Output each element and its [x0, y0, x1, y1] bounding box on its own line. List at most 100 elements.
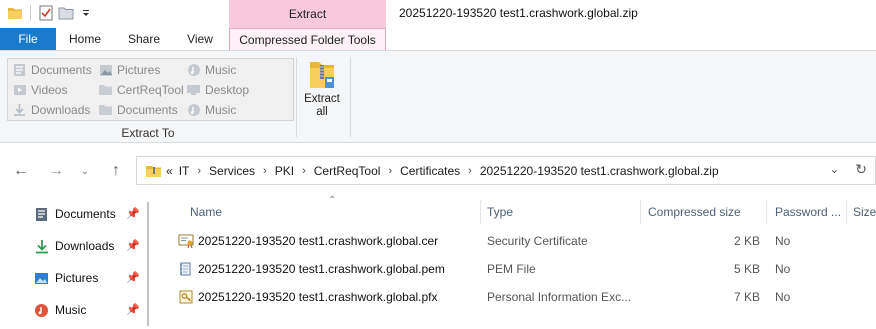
new-folder-icon[interactable] — [57, 4, 75, 22]
folder-icon — [98, 103, 113, 118]
properties-check-icon[interactable] — [37, 4, 55, 22]
extract-to-label: CertReqTool — [117, 83, 184, 97]
extract-to-label: Documents — [31, 63, 92, 77]
table-row[interactable]: 20251220-193520 test1.crashwork.global.p… — [172, 284, 876, 310]
chevron-right-icon[interactable]: › — [197, 165, 201, 177]
pin-icon[interactable]: 📌 — [126, 303, 140, 316]
extract-to-downloads[interactable]: Downloads — [12, 100, 90, 120]
extract-to-music[interactable]: Music — [186, 60, 236, 80]
title-bar: Extract 20251220-193520 test1.crashwork.… — [0, 0, 876, 28]
file-type: Security Certificate — [487, 234, 588, 248]
address-bar[interactable]: « IT › Services › PKI › CertReqTool › Ce… — [136, 156, 876, 185]
breadcrumb-it[interactable]: IT — [179, 164, 190, 178]
downloads-icon — [34, 239, 49, 254]
customize-dropdown-icon[interactable] — [77, 4, 95, 22]
folder-icon[interactable] — [6, 4, 24, 22]
table-row[interactable]: 20251220-193520 test1.crashwork.global.c… — [172, 228, 876, 254]
file-compressed-size: 5 KB — [733, 262, 760, 276]
column-divider[interactable] — [766, 200, 767, 224]
file-compressed-size: 2 KB — [733, 234, 760, 248]
chevron-right-icon[interactable]: › — [468, 165, 472, 177]
chevron-right-icon[interactable]: › — [263, 165, 267, 177]
pin-icon[interactable]: 📌 — [126, 271, 140, 284]
certificate-icon — [178, 233, 194, 249]
back-button[interactable]: ← — [10, 161, 32, 181]
chevron-right-icon[interactable]: › — [388, 165, 392, 177]
music-icon — [186, 63, 201, 78]
folder-icon — [98, 83, 113, 98]
file-name-cell: 20251220-193520 test1.crashwork.global.p… — [178, 284, 438, 310]
extract-to-label: Downloads — [31, 103, 91, 117]
nav-item-label: Music — [55, 303, 87, 317]
pictures-icon — [98, 63, 113, 78]
refresh-icon[interactable]: ↻ — [855, 161, 867, 178]
extract-to-gallery: Documents Pictures Music Videos CertReqT… — [7, 58, 294, 121]
chevron-down-icon: ⌄ — [80, 165, 90, 177]
file-type: Personal Information Exc... — [487, 290, 632, 304]
column-divider[interactable] — [640, 200, 641, 224]
zip-folder-icon — [145, 164, 162, 178]
back-arrow-icon: ← — [13, 162, 29, 179]
breadcrumb-certreqtool[interactable]: CertReqTool — [314, 164, 381, 178]
column-divider[interactable] — [846, 200, 847, 224]
file-password: No — [775, 234, 791, 248]
context-tab-group-label: Extract — [229, 0, 386, 28]
documents-icon — [12, 63, 27, 78]
column-divider[interactable] — [480, 200, 481, 224]
breadcrumb-overflow[interactable]: « — [166, 164, 173, 178]
breadcrumb-services[interactable]: Services — [209, 164, 255, 178]
ribbon-tab-strip: File Home Share View Compressed Folder T… — [0, 28, 876, 50]
extract-all-button[interactable]: Extract all — [300, 59, 344, 121]
address-history-chevron-icon[interactable]: ⌄ — [830, 163, 839, 176]
breadcrumb-zip[interactable]: 20251220-193520 test1.crashwork.global.z… — [480, 164, 719, 178]
extract-to-videos[interactable]: Videos — [12, 80, 67, 100]
nav-pane-scrollbar[interactable] — [147, 202, 149, 326]
navigation-pane: Documents 📌 Downloads 📌 Pictures 📌 Music… — [0, 198, 156, 329]
file-name-cell: 20251220-193520 test1.crashwork.global.p… — [178, 256, 445, 282]
extract-to-music-2[interactable]: Music — [186, 100, 236, 120]
extract-to-label: Desktop — [205, 83, 250, 97]
nav-item-label: Pictures — [55, 271, 99, 285]
ribbon-group-divider — [350, 57, 351, 137]
extract-to-desktop[interactable]: Desktop — [186, 80, 249, 100]
file-name: 20251220-193520 test1.crashwork.global.c… — [198, 234, 439, 248]
extract-to-documents-folder[interactable]: Documents — [98, 100, 178, 120]
desktop-icon — [186, 83, 201, 98]
file-type: PEM File — [487, 262, 536, 276]
breadcrumb-pki[interactable]: PKI — [275, 164, 294, 178]
window-title: 20251220-193520 test1.crashwork.global.z… — [399, 6, 638, 20]
chevron-right-icon[interactable]: › — [302, 165, 306, 177]
recent-locations-button[interactable]: ⌄ — [74, 161, 96, 181]
ribbon-group-divider — [296, 57, 297, 137]
tab-view[interactable]: View — [174, 28, 226, 50]
table-row[interactable]: 20251220-193520 test1.crashwork.global.p… — [172, 256, 876, 282]
pfx-file-icon — [178, 289, 194, 305]
extract-to-pictures[interactable]: Pictures — [98, 60, 160, 80]
extract-to-certreqtool[interactable]: CertReqTool — [98, 80, 184, 100]
column-header-name[interactable]: Name — [190, 198, 222, 226]
music-icon — [34, 303, 49, 318]
zip-folder-icon — [307, 59, 337, 93]
tab-home[interactable]: Home — [56, 28, 114, 50]
column-header-password[interactable]: Password ... — [775, 198, 841, 226]
tab-file[interactable]: File — [0, 28, 56, 50]
nav-item-label: Downloads — [55, 239, 115, 253]
extract-all-label-line2: all — [316, 106, 328, 118]
pin-icon[interactable]: 📌 — [126, 239, 140, 252]
forward-button[interactable]: → — [45, 161, 67, 181]
column-header-compressed-size[interactable]: Compressed size — [648, 198, 741, 226]
toolbar-divider — [30, 5, 31, 21]
file-password: No — [775, 290, 791, 304]
breadcrumb-certificates[interactable]: Certificates — [400, 164, 460, 178]
documents-icon — [34, 207, 49, 222]
ribbon-panel: Documents Pictures Music Videos CertReqT… — [0, 50, 876, 143]
column-header-size[interactable]: Size — [853, 198, 876, 226]
tab-share[interactable]: Share — [114, 28, 174, 50]
file-password: No — [775, 262, 791, 276]
file-name: 20251220-193520 test1.crashwork.global.p… — [198, 262, 445, 276]
column-header-type[interactable]: Type — [487, 198, 513, 226]
tab-compressed-folder-tools[interactable]: Compressed Folder Tools — [229, 28, 386, 50]
extract-to-documents[interactable]: Documents — [12, 60, 92, 80]
up-button[interactable]: ↑ — [105, 161, 127, 181]
pin-icon[interactable]: 📌 — [126, 207, 140, 220]
